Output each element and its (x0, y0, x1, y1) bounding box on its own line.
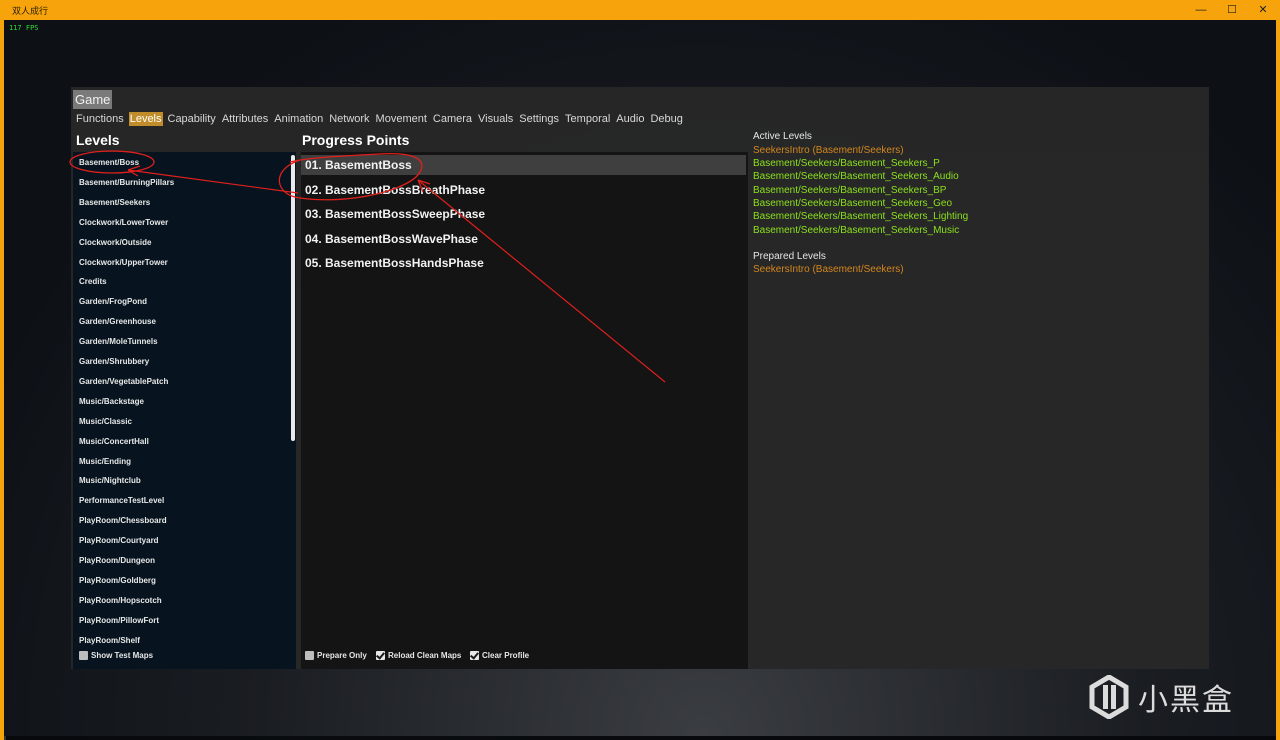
tab-movement[interactable]: Movement (375, 112, 428, 126)
tab-functions[interactable]: Functions (75, 112, 125, 126)
level-item[interactable]: Clockwork/UpperTower (79, 258, 168, 267)
progress-point-item[interactable]: 05. BasementBossHandsPhase (301, 253, 746, 273)
active-levels-heading: Active Levels (753, 131, 812, 142)
level-item[interactable]: Clockwork/Outside (79, 238, 151, 247)
fps-counter: 117 FPS (9, 24, 39, 32)
active-level-item: Basement/Seekers/Basement_Seekers_P (753, 158, 940, 169)
level-item[interactable]: PlayRoom/Chessboard (79, 516, 167, 525)
progress-points-list[interactable]: 01. BasementBoss 02. BasementBossBreathPh… (301, 152, 748, 669)
checkbox-icon (79, 651, 88, 660)
xiaoheihe-logo-icon (1089, 675, 1129, 719)
level-item[interactable]: Garden/MoleTunnels (79, 337, 158, 346)
level-item[interactable]: Garden/Shrubbery (79, 357, 149, 366)
prepared-levels-heading: Prepared Levels (753, 251, 826, 262)
progress-point-item[interactable]: 04. BasementBossWavePhase (301, 229, 746, 249)
tab-animation[interactable]: Animation (273, 112, 324, 126)
level-item[interactable]: Garden/FrogPond (79, 297, 147, 306)
active-level-item: Basement/Seekers/Basement_Seekers_Audio (753, 171, 959, 183)
level-item[interactable]: PlayRoom/Dungeon (79, 556, 155, 565)
tab-bar: Functions Levels Capability Attributes Anima… (75, 112, 684, 126)
checkbox-icon (305, 651, 314, 660)
progress-point-item[interactable]: 01. BasementBoss (301, 155, 746, 175)
reload-clean-maps-label: Reload Clean Maps (388, 651, 462, 660)
active-level-item: Basement/Seekers/Basement_Seekers_Music (753, 224, 960, 236)
tab-settings[interactable]: Settings (518, 112, 560, 126)
levels-list[interactable]: Basement/Boss Basement/BurningPillars Base… (73, 152, 296, 669)
level-item[interactable]: PlayRoom/Goldberg (79, 576, 156, 585)
levels-scrollbar[interactable] (291, 155, 295, 441)
levels-heading: Levels (76, 132, 120, 148)
level-item[interactable]: PlayRoom/Hopscotch (79, 596, 162, 605)
checkbox-checked-icon (376, 651, 385, 660)
tab-capability[interactable]: Capability (167, 112, 217, 126)
tab-levels[interactable]: Levels (128, 112, 163, 126)
progress-point-item[interactable]: 03. BasementBossSweepPhase (301, 204, 746, 224)
active-level-item: Basement/Seekers/Basement_Seekers_Lighti… (753, 211, 969, 223)
minimize-button[interactable]: — (1186, 0, 1216, 20)
clear-profile-checkbox[interactable]: Clear Profile (470, 651, 529, 660)
tab-attributes[interactable]: Attributes (221, 112, 269, 126)
level-item[interactable]: PlayRoom/Shelf (79, 636, 140, 645)
watermark: 小黑盒 (1088, 672, 1234, 722)
level-item[interactable]: Music/Classic (79, 417, 132, 426)
tab-temporal[interactable]: Temporal (564, 112, 611, 126)
show-test-maps-checkbox[interactable]: Show Test Maps (79, 651, 153, 660)
level-item[interactable]: Music/Ending (79, 457, 131, 466)
checkbox-checked-icon (470, 651, 479, 660)
level-item[interactable]: Basement/BurningPillars (79, 178, 174, 187)
level-item[interactable]: Basement/Boss (79, 158, 139, 167)
level-item[interactable]: Basement/Seekers (79, 198, 150, 207)
prepare-only-checkbox[interactable]: Prepare Only (305, 651, 367, 660)
tab-network[interactable]: Network (328, 112, 370, 126)
progress-points-heading: Progress Points (302, 132, 410, 148)
active-level-item: Basement/Seekers/Basement_Seekers_Geo (753, 197, 952, 209)
show-test-maps-label: Show Test Maps (91, 651, 154, 660)
prepare-only-label: Prepare Only (317, 651, 367, 660)
level-item[interactable]: Credits (79, 277, 107, 286)
window-title: 双人成行 (12, 6, 49, 16)
progress-point-item[interactable]: 02. BasementBossBreathPhase (301, 180, 746, 200)
maximize-button[interactable]: ☐ (1217, 0, 1247, 20)
level-item[interactable]: Music/ConcertHall (79, 437, 149, 446)
level-item[interactable]: PlayRoom/Courtyard (79, 536, 159, 545)
tab-camera[interactable]: Camera (432, 112, 473, 126)
watermark-text: 小黑盒 (1138, 683, 1234, 718)
level-item[interactable]: Music/Backstage (79, 397, 144, 406)
level-item[interactable]: PlayRoom/PillowFort (79, 616, 159, 625)
prepared-level-item: SeekersIntro (Basement/Seekers) (753, 264, 904, 275)
level-item[interactable]: Music/Nightclub (79, 476, 141, 485)
tab-audio[interactable]: Audio (615, 112, 645, 126)
tab-debug[interactable]: Debug (649, 112, 683, 126)
panel-header[interactable]: Game (73, 90, 113, 109)
active-level-item: Basement/Seekers/Basement_Seekers_BP (753, 184, 947, 196)
level-item[interactable]: Garden/VegetablePatch (79, 377, 168, 386)
clear-profile-label: Clear Profile (482, 651, 530, 660)
level-item[interactable]: Clockwork/LowerTower (79, 218, 168, 227)
tab-visuals[interactable]: Visuals (477, 112, 514, 126)
level-item[interactable]: Garden/Greenhouse (79, 317, 156, 326)
level-item[interactable]: PerformanceTestLevel (79, 496, 164, 505)
title-bar: 双人成行 — ☐ ✕ (4, 0, 1280, 20)
close-button[interactable]: ✕ (1248, 0, 1278, 20)
reload-clean-maps-checkbox[interactable]: Reload Clean Maps (376, 651, 461, 660)
active-levels-intro: SeekersIntro (Basement/Seekers) (753, 145, 904, 156)
